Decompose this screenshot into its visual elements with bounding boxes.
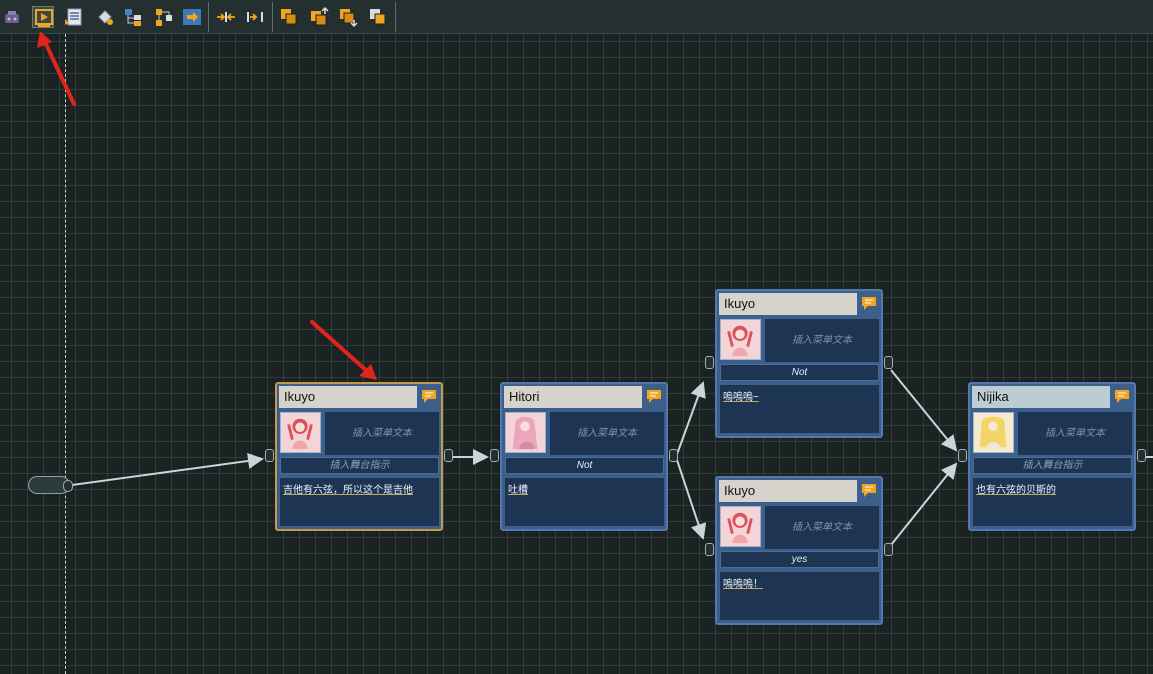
menu-text-field[interactable]: 插入菜单文本: [325, 412, 439, 455]
dialogue-text[interactable]: 吉他有六弦，所以这个是吉他: [280, 478, 439, 526]
menu-text-field[interactable]: 插入菜单文本: [765, 319, 879, 362]
comment-icon[interactable]: [1114, 389, 1130, 404]
dialogue-node-3[interactable]: Ikuyo 插入菜单文本 Not 嗚嗚嗚~: [705, 289, 893, 438]
dialogue-node-4[interactable]: Ikuyo 插入菜单文本 yes 嗚嗚嗚！: [705, 476, 893, 625]
output-port[interactable]: [884, 356, 893, 369]
input-port[interactable]: [265, 449, 274, 462]
speaker-name[interactable]: Ikuyo: [719, 480, 857, 502]
input-port[interactable]: [490, 449, 499, 462]
dialogue-text[interactable]: 嗚嗚嗚~: [720, 385, 879, 433]
link-n2-to-n3: [675, 381, 706, 458]
character-portrait: [280, 412, 321, 453]
stage-direction-field[interactable]: 插入舞台指示: [973, 457, 1132, 474]
menu-text-field[interactable]: 插入菜单文本: [550, 412, 664, 455]
comment-icon[interactable]: [861, 296, 877, 311]
character-portrait: [973, 412, 1014, 453]
condition-field[interactable]: Not: [720, 364, 879, 381]
start-node[interactable]: [28, 476, 73, 494]
dialogue-node-2[interactable]: Hitori 插入菜单文本 Not 吐槽: [490, 382, 678, 531]
speaker-name[interactable]: Ikuyo: [279, 386, 417, 408]
menu-text-field[interactable]: 插入菜单文本: [765, 506, 879, 549]
dialogue-text[interactable]: 吐槽: [505, 478, 664, 526]
input-port[interactable]: [705, 356, 714, 369]
condition-field[interactable]: Not: [505, 457, 664, 474]
speaker-name[interactable]: Ikuyo: [719, 293, 857, 315]
dialogue-node-5[interactable]: Nijika 插入菜单文本 插入舞台指示 也有六弦的贝斯的: [958, 382, 1146, 531]
output-port[interactable]: [444, 449, 453, 462]
character-portrait: [505, 412, 546, 453]
link-start-to-n1: [71, 452, 264, 486]
connection-lines: [71, 369, 1153, 546]
dialogue-text[interactable]: 嗚嗚嗚！: [720, 572, 879, 620]
dialogue-node-1[interactable]: Ikuyo 插入菜单文本 插入舞台指示 吉他有六弦，所以这个是吉他: [265, 382, 453, 531]
comment-icon[interactable]: [646, 389, 662, 404]
input-port[interactable]: [705, 543, 714, 556]
menu-text-field[interactable]: 插入菜单文本: [1018, 412, 1132, 455]
comment-icon[interactable]: [421, 389, 437, 404]
comment-icon[interactable]: [861, 483, 877, 498]
output-port[interactable]: [669, 449, 678, 462]
condition-field[interactable]: yes: [720, 551, 879, 568]
speaker-name[interactable]: Nijika: [972, 386, 1110, 408]
output-port[interactable]: [884, 543, 893, 556]
output-port[interactable]: [1137, 449, 1146, 462]
input-port[interactable]: [958, 449, 967, 462]
link-n4-to-n5: [890, 462, 958, 546]
stage-direction-field[interactable]: 插入舞台指示: [280, 457, 439, 474]
speaker-name[interactable]: Hitori: [504, 386, 642, 408]
character-portrait: [720, 506, 761, 547]
start-port[interactable]: [63, 480, 73, 492]
character-portrait: [720, 319, 761, 360]
link-n3-to-n5: [890, 369, 958, 452]
link-n2-to-n4: [675, 456, 707, 540]
dialogue-text[interactable]: 也有六弦的贝斯的: [973, 478, 1132, 526]
